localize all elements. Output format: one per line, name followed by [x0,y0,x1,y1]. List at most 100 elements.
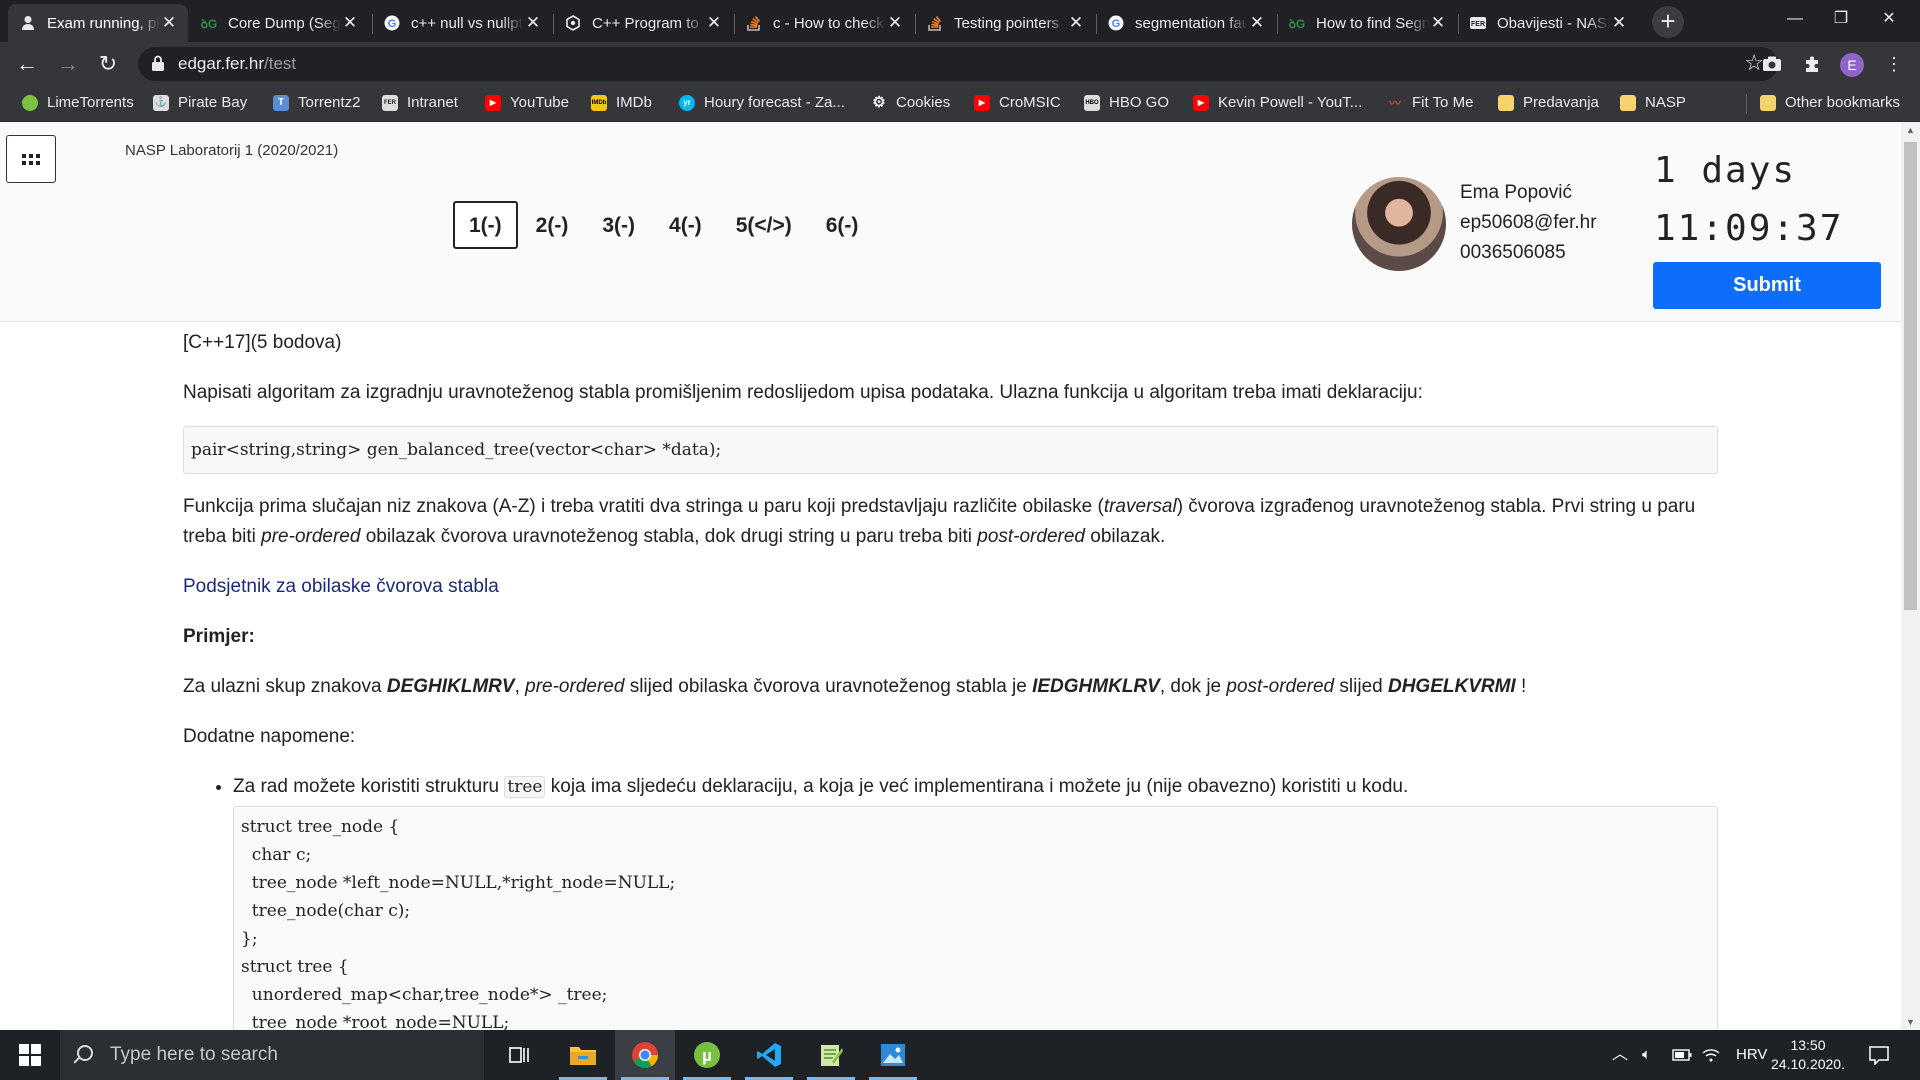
bookmark-youtube[interactable]: ▶ YouTube [485,94,569,111]
file-explorer-icon[interactable] [553,1030,613,1080]
submit-button[interactable]: Submit [1653,262,1881,309]
bookmark-folder-predavanja[interactable]: Predavanja [1498,94,1599,111]
bookmark-imdb[interactable]: IMDb IMDb [591,94,652,111]
bookmark-kevin-powell[interactable]: ▶ Kevin Powell - YouT... [1193,94,1362,111]
tab-segmentation-fault[interactable]: G segmentation fault ✕ [1096,4,1276,42]
volume-muted-icon[interactable]: 🔈︎ [1642,1030,1651,1080]
struct-declaration-code: struct tree_node { char c; tree_node *le… [233,806,1718,1030]
user-id: 0036506085 [1460,242,1566,263]
kebab-menu-icon[interactable]: ⋮ [1882,52,1906,76]
tab-how-to-check[interactable]: c - How to check ✕ [734,4,914,42]
extensions-puzzle-icon[interactable] [1800,52,1824,76]
close-icon[interactable]: ✕ [524,13,542,33]
tab-obavijesti[interactable]: FER Obavijesti - NASP ✕ [1458,4,1638,42]
bookmark-pirate-bay[interactable]: ⚓ Pirate Bay [153,94,247,111]
bookmark-hbo-go[interactable]: HBO HBO GO [1084,94,1169,111]
desc-emphasis: post-ordered [977,526,1085,547]
wifi-icon[interactable] [1702,1030,1720,1080]
vscode-icon[interactable] [739,1030,799,1080]
reload-icon[interactable]: ↻ [92,48,124,80]
bookmark-torrentz2[interactable]: T Torrentz2 [273,94,361,111]
input-language-indicator[interactable]: HRV [1736,1030,1767,1080]
traversal-reminder-link[interactable]: Podsjetnik za obilaske čvorova stabla [183,576,499,597]
tab-find-segmentation[interactable]: ꝺG How to find Segmentation ✕ [1277,4,1457,42]
chrome-icon[interactable] [615,1030,675,1080]
bookmark-fit-to-me[interactable]: 〰 Fit To Me [1387,94,1473,111]
tab-testing-pointers[interactable]: Testing pointers ✕ [915,4,1095,42]
profile-avatar[interactable]: E [1840,53,1864,77]
bookmark-folder-nasp[interactable]: NASP [1620,94,1686,111]
tray-chevron-up-icon[interactable]: ︿ [1612,1030,1628,1080]
close-icon[interactable]: ✕ [886,13,904,33]
forward-arrow-icon[interactable]: → [52,48,84,80]
hbo-icon: HBO [1084,94,1100,111]
close-icon[interactable]: ✕ [1610,13,1628,33]
question-tab-6[interactable]: 6(-) [810,201,875,249]
gfg-icon: ꝺG [200,16,218,31]
bookmark-cookies[interactable]: ⚙ Cookies [871,94,950,111]
taskbar-search-box[interactable]: Type here to search [60,1030,484,1080]
address-bar[interactable]: edgar.fer.hr/test ☆ [138,47,1778,81]
tab-exam-running[interactable]: Exam running, please ✕ [8,4,188,42]
tab-cpp-program[interactable]: C++ Program to ✕ [553,4,733,42]
question-tab-2[interactable]: 2(-) [520,201,585,249]
new-tab-button[interactable]: + [1652,6,1684,38]
scrollbar-thumb[interactable] [1904,142,1917,610]
close-icon[interactable]: ✕ [705,13,723,33]
bookmark-hourly-forecast[interactable]: yr Houry forecast - Za... [679,94,845,111]
timer-clock: 11:09:37 [1654,208,1844,249]
google-icon: G [384,15,400,31]
example-emphasis: post-ordered [1226,676,1335,697]
close-icon[interactable]: ✕ [1067,13,1085,33]
other-bookmarks-folder[interactable]: Other bookmarks [1760,94,1900,111]
tab-core-dump[interactable]: ꝺG Core Dump (Segmentation ✕ [189,4,369,42]
restore-button[interactable]: ❐ [1818,0,1864,38]
question-description: Funkcija prima slučajan niz znakova (A-Z… [183,492,1718,552]
question-tab-5[interactable]: 5(</>) [720,201,808,249]
bookmark-label: Fit To Me [1412,94,1474,111]
search-icon [77,1045,93,1061]
tab-title: Core Dump (Segmentation [228,14,341,32]
folder-icon [1620,94,1636,111]
tab-title: Exam running, please [47,14,160,32]
bookmark-limetorrents[interactable]: LimeTorrents [22,94,134,111]
apps-grid-icon[interactable] [6,135,56,183]
user-email: ep50608@fer.hr [1460,212,1597,233]
youtube-icon: ▶ [485,94,501,111]
question-tab-4[interactable]: 4(-) [653,201,718,249]
bookmark-label: Intranet [407,94,458,111]
bookmark-intranet[interactable]: FER Intranet [382,94,458,111]
bookmark-label: Predavanja [1523,94,1599,111]
window-close-button[interactable]: ✕ [1866,0,1912,38]
folder-icon [1498,94,1514,111]
page-scrollbar[interactable]: ▲ ▼ [1901,122,1920,1030]
close-icon[interactable]: ✕ [1429,13,1447,33]
minimize-button[interactable]: — [1772,0,1818,38]
task-view-icon[interactable] [490,1030,550,1080]
close-icon[interactable]: ✕ [1248,13,1266,33]
example-emphasis: pre-ordered [525,676,625,697]
bookmark-label: Pirate Bay [178,94,248,111]
question-tab-1[interactable]: 1(-) [453,201,518,249]
windows-start-icon[interactable] [0,1030,60,1080]
user-name: Ema Popović [1460,182,1572,203]
scroll-down-arrow-icon[interactable]: ▼ [1901,1014,1920,1030]
battery-icon[interactable] [1672,1030,1692,1080]
action-center-icon[interactable] [1868,1030,1890,1080]
taskbar-clock[interactable]: 13:50 24.10.2020. [1768,1036,1848,1074]
bookmark-label: CroMSIC [999,94,1061,111]
notepad-plus-plus-icon[interactable] [801,1030,861,1080]
bookmark-label: YouTube [510,94,569,111]
tab-null-vs-nullptr[interactable]: G c++ null vs nullptr ✕ [372,4,552,42]
back-arrow-icon[interactable]: ← [11,48,43,80]
utorrent-icon[interactable]: µ [677,1030,737,1080]
question-tab-3[interactable]: 3(-) [586,201,651,249]
close-icon[interactable]: ✕ [341,13,359,33]
browser-toolbar: ← → ↻ edgar.fer.hr/test ☆ E ⋮ [0,42,1920,86]
bookmark-cromsic[interactable]: ▶ CroMSIC [974,94,1061,111]
scroll-up-arrow-icon[interactable]: ▲ [1901,122,1920,138]
close-icon[interactable]: ✕ [160,13,178,33]
openai-icon [565,15,581,31]
photos-icon[interactable] [863,1030,923,1080]
camera-icon[interactable] [1760,52,1784,76]
